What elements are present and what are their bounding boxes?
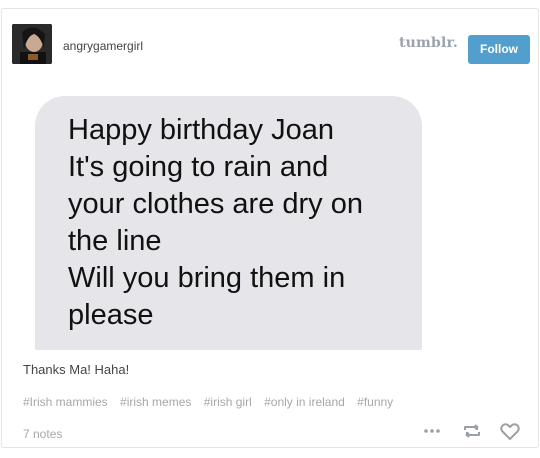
message-line: the line <box>68 225 162 257</box>
tumblr-logo[interactable]: tumblr. <box>399 35 458 51</box>
post-image: Happy birthday Joan It's going to rain a… <box>23 89 521 350</box>
tag-link[interactable]: #only in ireland <box>264 395 345 409</box>
post-card: angrygamergirl tumblr. Follow Happy birt… <box>1 8 539 448</box>
message-text: Happy birthday Joan It's going to rain a… <box>68 112 418 334</box>
post-caption: Thanks Ma! Haha! <box>23 362 130 377</box>
tag-link[interactable]: #irish girl <box>204 395 252 409</box>
message-line: It's going to rain and <box>68 151 329 183</box>
follow-button[interactable]: Follow <box>468 35 530 64</box>
message-line: Will you bring them in <box>68 262 346 294</box>
tag-link[interactable]: #irish memes <box>120 395 191 409</box>
post-actions <box>420 419 525 443</box>
tag-list: #Irish mammies #irish memes #irish girl … <box>23 395 402 409</box>
message-bubble: Happy birthday Joan It's going to rain a… <box>35 96 422 350</box>
more-icon[interactable] <box>420 419 444 443</box>
like-icon[interactable] <box>498 419 522 443</box>
tag-link[interactable]: #Irish mammies <box>23 395 108 409</box>
message-line: Happy birthday Joan <box>68 114 334 146</box>
reblog-icon[interactable] <box>460 419 484 443</box>
tag-link[interactable]: #funny <box>357 395 393 409</box>
message-line: your clothes are dry on <box>68 188 363 220</box>
notes-count[interactable]: 7 notes <box>23 427 62 441</box>
blog-username[interactable]: angrygamergirl <box>63 39 143 53</box>
avatar[interactable] <box>12 24 52 64</box>
message-line: please <box>68 299 154 331</box>
